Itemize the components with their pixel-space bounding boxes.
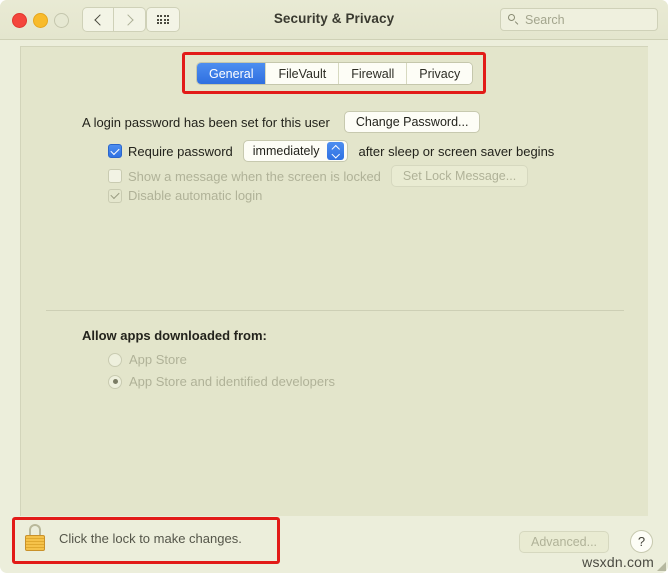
advanced-button: Advanced... (519, 531, 610, 553)
allow-apps-title: Allow apps downloaded from: (82, 328, 267, 343)
radio-app-store-label: App Store (129, 352, 187, 367)
tab-privacy[interactable]: Privacy (406, 63, 473, 84)
lock-hint-label: Click the lock to make changes. (59, 530, 242, 546)
lock-row[interactable]: Click the lock to make changes. (24, 524, 242, 552)
require-password-delay-dropdown[interactable]: immediately (242, 140, 349, 162)
search-icon (508, 14, 519, 25)
disable-auto-login-checkbox (108, 188, 122, 203)
require-password-label: Require password (128, 143, 233, 159)
login-password-label: A login password has been set for this u… (82, 114, 330, 130)
allow-apps-option-app-store: App Store (108, 352, 187, 367)
show-lock-message-checkbox (108, 169, 122, 183)
tab-bar: General FileVault Firewall Privacy (196, 62, 474, 85)
closed-padlock-icon[interactable] (24, 524, 46, 552)
require-password-row: Require password immediately after sleep… (108, 140, 554, 162)
allow-apps-option-identified-developers: App Store and identified developers (108, 374, 335, 389)
show-lock-message-label: Show a message when the screen is locked (128, 168, 381, 184)
require-password-suffix-label: after sleep or screen saver begins (358, 143, 555, 159)
search-placeholder: Search (525, 12, 565, 27)
tab-firewall[interactable]: Firewall (338, 63, 407, 84)
search-field[interactable]: Search (500, 8, 658, 31)
tab-filevault[interactable]: FileVault (265, 63, 339, 84)
radio-identified-developers-label: App Store and identified developers (129, 374, 335, 389)
radio-identified-developers (108, 374, 122, 389)
chevron-up-down-icon (327, 142, 345, 160)
change-password-button[interactable]: Change Password... (343, 111, 481, 133)
section-divider (46, 310, 624, 311)
disable-auto-login-row: Disable automatic login (108, 188, 262, 203)
set-lock-message-button: Set Lock Message... (390, 165, 529, 187)
disable-auto-login-label: Disable automatic login (128, 188, 263, 203)
window-titlebar: Security & Privacy Search (0, 0, 668, 40)
require-password-delay-value: immediately (252, 144, 320, 158)
require-password-checkbox[interactable] (108, 144, 122, 158)
resize-grip[interactable] (657, 562, 666, 571)
login-password-row: A login password has been set for this u… (82, 111, 481, 133)
radio-app-store (108, 352, 122, 367)
security-privacy-window: Security & Privacy Search General FileVa… (0, 0, 668, 573)
watermark: wsxdn.com (582, 554, 654, 570)
show-lock-message-row: Show a message when the screen is locked… (108, 165, 529, 187)
tab-general[interactable]: General (197, 63, 266, 84)
help-button[interactable]: ? (630, 530, 653, 553)
